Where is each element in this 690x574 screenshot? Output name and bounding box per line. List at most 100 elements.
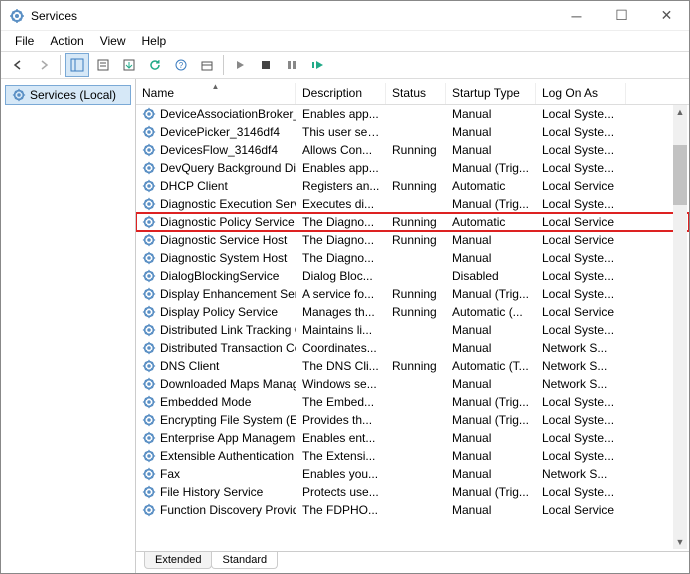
service-startup: Manual: [446, 323, 536, 337]
service-row[interactable]: DialogBlockingServiceDialog Bloc...Disab…: [136, 267, 689, 285]
menu-file[interactable]: File: [7, 32, 42, 50]
service-desc: The DNS Cli...: [296, 359, 386, 373]
service-desc: Windows se...: [296, 377, 386, 391]
service-desc: Maintains li...: [296, 323, 386, 337]
service-name: Display Policy Service: [160, 305, 278, 319]
service-startup: Manual: [446, 251, 536, 265]
service-row[interactable]: FaxEnables you...ManualNetwork S...: [136, 465, 689, 483]
menu-action[interactable]: Action: [42, 32, 91, 50]
scroll-down-icon[interactable]: ▼: [673, 535, 687, 549]
gear-icon: [142, 413, 156, 427]
service-name: Extensible Authentication P...: [160, 449, 296, 463]
close-button[interactable]: ✕: [644, 1, 689, 30]
service-name: Downloaded Maps Manager: [160, 377, 296, 391]
service-row[interactable]: Distributed Link Tracking Cli...Maintain…: [136, 321, 689, 339]
minimize-button[interactable]: ─: [554, 1, 599, 30]
service-row[interactable]: DHCP ClientRegisters an...RunningAutomat…: [136, 177, 689, 195]
help-button[interactable]: ?: [169, 53, 193, 77]
service-name: Function Discovery Provide...: [160, 503, 296, 517]
show-tree-button[interactable]: [65, 53, 89, 77]
gear-icon: [142, 431, 156, 445]
tab-extended[interactable]: Extended: [144, 552, 212, 569]
stop-button[interactable]: [254, 53, 278, 77]
menu-help[interactable]: Help: [134, 32, 175, 50]
service-startup: Manual (Trig...: [446, 287, 536, 301]
window-title: Services: [31, 9, 554, 23]
restart-button[interactable]: [306, 53, 330, 77]
service-status: Running: [386, 305, 446, 319]
back-button[interactable]: [6, 53, 30, 77]
service-logon: Local Syste...: [536, 143, 626, 157]
service-row[interactable]: Diagnostic Service HostThe Diagno...Runn…: [136, 231, 689, 249]
main-panel: ▲Name Description Status Startup Type Lo…: [136, 79, 689, 573]
menu-view[interactable]: View: [92, 32, 134, 50]
service-desc: Enables you...: [296, 467, 386, 481]
service-row[interactable]: DevQuery Background Disc...Enables app..…: [136, 159, 689, 177]
play-button[interactable]: [228, 53, 252, 77]
service-row[interactable]: Display Enhancement ServiceA service fo.…: [136, 285, 689, 303]
gear-icon: [142, 125, 156, 139]
gear-icon: [142, 107, 156, 121]
service-row[interactable]: Diagnostic Execution ServiceExecutes di.…: [136, 195, 689, 213]
scroll-thumb[interactable]: [673, 145, 687, 205]
props2-button[interactable]: [195, 53, 219, 77]
refresh-button[interactable]: [143, 53, 167, 77]
service-row[interactable]: Distributed Transaction Co...Coordinates…: [136, 339, 689, 357]
tab-standard[interactable]: Standard: [211, 552, 278, 569]
pause-button[interactable]: [280, 53, 304, 77]
gear-icon: [142, 197, 156, 211]
service-row[interactable]: DeviceAssociationBroker_31...Enables app…: [136, 105, 689, 123]
col-name[interactable]: ▲Name: [136, 83, 296, 104]
forward-button[interactable]: [32, 53, 56, 77]
service-startup: Manual (Trig...: [446, 413, 536, 427]
service-desc: The Diagno...: [296, 233, 386, 247]
scrollbar[interactable]: ▲ ▼: [673, 105, 687, 549]
service-row[interactable]: Downloaded Maps ManagerWindows se...Manu…: [136, 375, 689, 393]
service-row[interactable]: File History ServiceProtects use...Manua…: [136, 483, 689, 501]
service-row[interactable]: Function Discovery Provide...The FDPHO..…: [136, 501, 689, 519]
service-name: Distributed Link Tracking Cli...: [160, 323, 296, 337]
service-row[interactable]: Display Policy ServiceManages th...Runni…: [136, 303, 689, 321]
service-logon: Network S...: [536, 341, 626, 355]
maximize-button[interactable]: ☐: [599, 1, 644, 30]
properties-button[interactable]: [91, 53, 115, 77]
service-list: DeviceAssociationBroker_31...Enables app…: [136, 105, 689, 551]
gear-icon: [142, 503, 156, 517]
service-row[interactable]: DevicePicker_3146df4This user ser...Manu…: [136, 123, 689, 141]
service-name: Enterprise App Managemen...: [160, 431, 296, 445]
service-logon: Local Service: [536, 215, 626, 229]
service-row[interactable]: Extensible Authentication P...The Extens…: [136, 447, 689, 465]
service-row[interactable]: DNS ClientThe DNS Cli...RunningAutomatic…: [136, 357, 689, 375]
service-status: Running: [386, 233, 446, 247]
service-name: DialogBlockingService: [160, 269, 279, 283]
service-row[interactable]: Encrypting File System (EFS)Provides th.…: [136, 411, 689, 429]
col-description[interactable]: Description: [296, 83, 386, 104]
service-row[interactable]: Diagnostic Policy ServiceThe Diagno...Ru…: [136, 213, 689, 231]
col-startup-type[interactable]: Startup Type: [446, 83, 536, 104]
service-desc: The FDPHO...: [296, 503, 386, 517]
service-startup: Manual: [446, 449, 536, 463]
col-log-on-as[interactable]: Log On As: [536, 83, 626, 104]
sort-asc-icon: ▲: [212, 83, 220, 91]
service-row[interactable]: Enterprise App Managemen...Enables ent..…: [136, 429, 689, 447]
service-desc: Dialog Bloc...: [296, 269, 386, 283]
service-logon: Local Service: [536, 233, 626, 247]
svg-text:?: ?: [179, 61, 184, 70]
gear-icon: [142, 215, 156, 229]
service-name: DevicesFlow_3146df4: [160, 143, 278, 157]
service-startup: Manual: [446, 467, 536, 481]
export-button[interactable]: [117, 53, 141, 77]
col-status[interactable]: Status: [386, 83, 446, 104]
scroll-up-icon[interactable]: ▲: [673, 105, 687, 119]
service-name: DNS Client: [160, 359, 219, 373]
service-status: Running: [386, 143, 446, 157]
service-row[interactable]: Embedded ModeThe Embed...Manual (Trig...…: [136, 393, 689, 411]
service-row[interactable]: DevicesFlow_3146df4Allows Con...RunningM…: [136, 141, 689, 159]
service-startup: Automatic: [446, 179, 536, 193]
sidebar-item-services-local[interactable]: Services (Local): [5, 85, 131, 105]
service-row[interactable]: Diagnostic System HostThe Diagno...Manua…: [136, 249, 689, 267]
menubar: File Action View Help: [1, 31, 689, 51]
service-startup: Manual: [446, 107, 536, 121]
service-name: Distributed Transaction Co...: [160, 341, 296, 355]
service-startup: Automatic (T...: [446, 359, 536, 373]
